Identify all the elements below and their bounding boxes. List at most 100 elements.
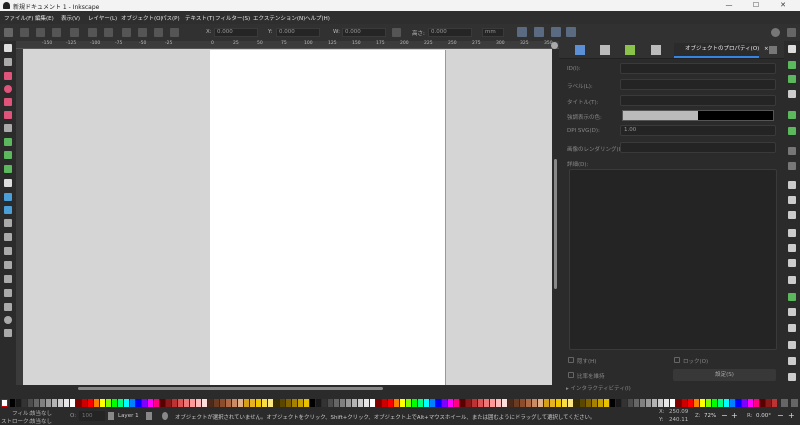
palette-swatch[interactable]: [694, 399, 699, 407]
palette-swatch[interactable]: [550, 399, 555, 407]
gradient-tool-icon[interactable]: [4, 193, 12, 201]
palette-swatch[interactable]: [268, 399, 273, 407]
flip-h-icon[interactable]: [88, 28, 97, 37]
group-icon[interactable]: [788, 324, 796, 332]
deselect-icon[interactable]: [36, 28, 45, 37]
open-icon[interactable]: [788, 61, 796, 69]
palette-swatch[interactable]: [538, 399, 543, 407]
palette-swatch[interactable]: [424, 399, 429, 407]
layer-lock-icon[interactable]: [146, 412, 152, 420]
palette-swatch[interactable]: [310, 399, 315, 407]
palette-swatch[interactable]: [412, 399, 417, 407]
palette-swatch[interactable]: [28, 399, 33, 407]
palette-swatch[interactable]: [250, 399, 255, 407]
palette-swatch[interactable]: [178, 399, 183, 407]
palette-swatch[interactable]: [628, 399, 633, 407]
ellipse-tool-icon[interactable]: [4, 85, 12, 93]
lower-bottom-icon[interactable]: [170, 28, 179, 37]
palette-swatch[interactable]: [112, 399, 117, 407]
zoom-value[interactable]: 72%: [704, 413, 716, 419]
document-tab-icon[interactable]: [625, 45, 635, 55]
palette-swatch[interactable]: [502, 399, 507, 407]
palette-swatch[interactable]: [280, 399, 285, 407]
save-icon[interactable]: [788, 75, 796, 83]
palette-swatch[interactable]: [40, 399, 45, 407]
palette-menu-icon[interactable]: [791, 399, 798, 407]
palette-swatch[interactable]: [244, 399, 249, 407]
x-input[interactable]: 0.000: [214, 28, 258, 37]
palette-swatch[interactable]: [688, 399, 693, 407]
palette-swatch[interactable]: [166, 399, 171, 407]
pen-tool-icon[interactable]: [4, 138, 12, 146]
document-page[interactable]: [210, 50, 445, 385]
palette-swatch[interactable]: [556, 399, 561, 407]
edit-tab-icon[interactable]: [651, 45, 661, 55]
import-icon[interactable]: [788, 111, 796, 119]
zoom-in-icon[interactable]: +: [731, 411, 738, 420]
palette-swatch[interactable]: [634, 399, 639, 407]
unit-select[interactable]: mm: [482, 28, 504, 37]
palette-swatch[interactable]: [208, 399, 213, 407]
palette-swatch[interactable]: [490, 399, 495, 407]
fill-stroke-icon[interactable]: [788, 357, 796, 365]
palette-swatch[interactable]: [196, 399, 201, 407]
zoom-tool-icon[interactable]: [4, 316, 12, 324]
print-icon[interactable]: [788, 90, 796, 98]
calligraphy-tool-icon[interactable]: [4, 165, 12, 173]
palette-swatch[interactable]: [724, 399, 729, 407]
palette-swatch[interactable]: [10, 399, 15, 407]
connector-tool-icon[interactable]: [4, 289, 12, 297]
title-input[interactable]: [620, 95, 776, 106]
palette-swatch[interactable]: [106, 399, 111, 407]
palette-swatch[interactable]: [508, 399, 513, 407]
palette-swatch[interactable]: [568, 399, 573, 407]
palette-swatch[interactable]: [520, 399, 525, 407]
zoom-page-icon[interactable]: [788, 259, 796, 267]
export-icon[interactable]: [788, 127, 796, 135]
palette-swatch[interactable]: [562, 399, 567, 407]
palette-swatch[interactable]: [304, 399, 309, 407]
snap-menu-icon[interactable]: [787, 28, 796, 37]
zoom-corner-icon[interactable]: [551, 42, 558, 49]
tabs-menu-chevron-icon[interactable]: [769, 46, 777, 54]
palette-swatch[interactable]: [394, 399, 399, 407]
palette-swatch[interactable]: [706, 399, 711, 407]
ungroup-icon[interactable]: [788, 341, 796, 349]
palette-swatch[interactable]: [184, 399, 189, 407]
palette-swatch[interactable]: [22, 399, 27, 407]
palette-swatch[interactable]: [616, 399, 621, 407]
palette-swatch[interactable]: [382, 399, 387, 407]
palette-swatch[interactable]: [544, 399, 549, 407]
eraser-tool-icon[interactable]: [4, 275, 12, 283]
dpi-input[interactable]: 1.00: [620, 125, 776, 136]
palette-swatch[interactable]: [442, 399, 447, 407]
dropper-tool-icon[interactable]: [4, 219, 12, 227]
new-document-icon[interactable]: [788, 45, 796, 53]
palette-swatch[interactable]: [364, 399, 369, 407]
unlink-clone-icon[interactable]: [788, 308, 796, 316]
measure-tool-icon[interactable]: [4, 303, 12, 311]
palette-swatch[interactable]: [610, 399, 615, 407]
palette-swatch[interactable]: [256, 399, 261, 407]
text-tab-icon[interactable]: [600, 45, 610, 55]
palette-swatch[interactable]: [136, 399, 141, 407]
palette-swatch[interactable]: [580, 399, 585, 407]
rect-tool-icon[interactable]: [4, 72, 12, 80]
hide-checkbox[interactable]: [568, 357, 574, 363]
palette-swatch[interactable]: [316, 399, 321, 407]
rotate-ccw-icon[interactable]: −: [777, 411, 784, 420]
palette-swatch[interactable]: [190, 399, 195, 407]
palette-swatch[interactable]: [430, 399, 435, 407]
text-tool-icon[interactable]: [4, 179, 12, 187]
menu-file[interactable]: ファイル(F): [4, 14, 33, 22]
zoom-drawing-icon[interactable]: [788, 244, 796, 252]
palette-swatch[interactable]: [226, 399, 231, 407]
palette-swatch[interactable]: [532, 399, 537, 407]
rendering-select[interactable]: [620, 142, 776, 153]
palette-scroll-icon[interactable]: [781, 399, 788, 407]
pencil-tool-icon[interactable]: [4, 151, 12, 159]
node-tool-icon[interactable]: [4, 58, 12, 66]
palette-swatch[interactable]: [64, 399, 69, 407]
tab-object-properties[interactable]: オブジェクトのプロパティ(O) ×: [674, 43, 769, 58]
layer-menu-icon[interactable]: [162, 412, 168, 420]
